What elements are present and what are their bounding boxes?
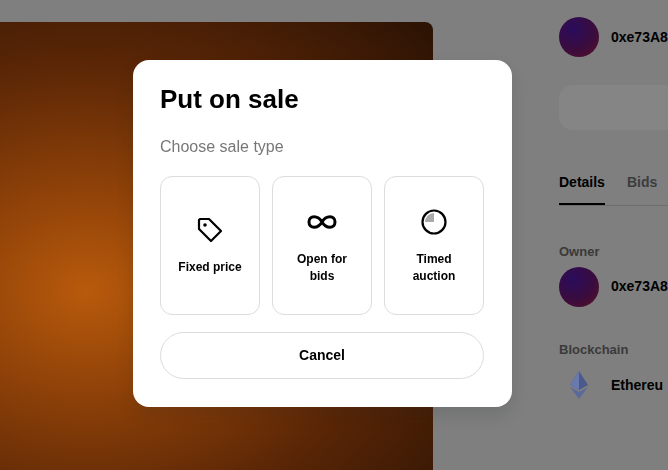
tag-icon [196, 215, 224, 245]
blockchain-label: Blockchain [559, 340, 668, 360]
infinity-icon [306, 207, 338, 237]
blockchain-row: Ethereu [559, 365, 668, 405]
option-label: Open for bids [290, 251, 354, 285]
owner-address[interactable]: 0xe73A8 [611, 276, 668, 297]
sale-type-option[interactable]: Timed auction [384, 176, 484, 315]
avatar-icon [559, 267, 599, 307]
owner-header: 0xe73A8 [559, 17, 668, 57]
avatar-icon [559, 17, 599, 57]
option-label: Fixed price [178, 259, 241, 276]
ethereum-icon [559, 365, 599, 405]
sale-modal: Put on sale Choose sale type Fixed price… [133, 60, 512, 407]
blockchain-name: Ethereu [611, 375, 663, 396]
owner-row: 0xe73A8 [559, 267, 668, 307]
cancel-button[interactable]: Cancel [160, 332, 484, 379]
option-label: Timed auction [402, 251, 466, 285]
tab[interactable]: Details [559, 168, 605, 205]
modal-title: Put on sale [160, 84, 484, 115]
tab[interactable]: Bids [627, 168, 657, 205]
action-bar [559, 85, 668, 130]
timer-icon [420, 207, 448, 237]
owner-address[interactable]: 0xe73A8 [611, 27, 668, 48]
sale-type-options: Fixed price Open for bids Timed auction [160, 176, 484, 315]
sale-type-option[interactable]: Open for bids [272, 176, 372, 315]
owner-label: Owner [559, 242, 668, 262]
tab-bar: Details Bids [559, 168, 668, 206]
sale-type-option[interactable]: Fixed price [160, 176, 260, 315]
modal-subtitle: Choose sale type [160, 135, 484, 159]
